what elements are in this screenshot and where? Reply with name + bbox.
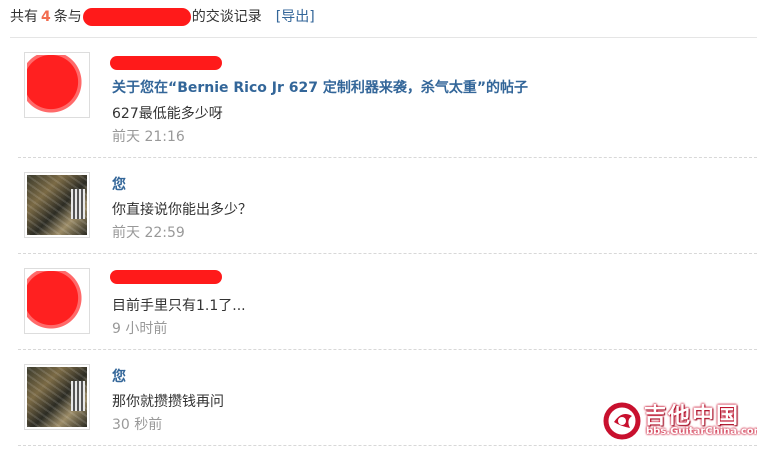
export-link[interactable]: [导出] [276,6,315,28]
header-suffix: 的交谈记录 [191,9,262,25]
message-time: 30 秒前 [112,417,163,433]
message-count: 4 [41,9,51,25]
message-time: 前天 22:59 [112,225,185,241]
guitar-logo-icon [603,402,641,440]
message-item: 您 你直接说你能出多少？ 前天 22:59 [18,166,757,246]
message-divider [18,349,757,350]
message-body: 目前手里只有1.1了... [112,298,246,314]
message-divider [18,445,757,446]
message-body: 627最低能多少呀 [112,106,223,122]
author-name[interactable]: 您 [112,366,126,386]
header-divider [10,37,757,38]
message-time: 前天 21:16 [112,129,185,145]
message-item: 关于您在“Bernie Rico Jr 627 定制利器来袭，杀气太重”的帖子 … [18,46,757,150]
header-mid: 条与 [53,9,82,25]
message-divider [18,157,757,158]
redacted-username [82,8,191,26]
message-body: 那你就攒攒钱再问 [112,394,224,410]
message-body: 你直接说你能出多少？ [112,202,252,218]
thread-subject-link[interactable]: 关于您在“Bernie Rico Jr 627 定制利器来袭，杀气太重”的帖子 [112,77,528,97]
redacted-author [110,56,222,70]
redacted-author [110,270,222,284]
avatar[interactable] [24,268,90,334]
conversation-header: 共有 4 条与 的交谈记录 [导出] [10,6,315,28]
watermark-url: bbs.GuitarChina.com [646,426,757,437]
avatar[interactable] [24,364,90,430]
header-prefix: 共有 [10,9,38,25]
avatar[interactable] [24,172,90,238]
site-watermark: 吉他中国 bbs.GuitarChina.com [602,398,757,444]
avatar[interactable] [24,52,90,118]
message-time: 9 小时前 [112,321,168,337]
author-name[interactable]: 您 [112,174,126,194]
message-divider [18,253,757,254]
message-item: 目前手里只有1.1了... 9 小时前 [18,262,757,342]
